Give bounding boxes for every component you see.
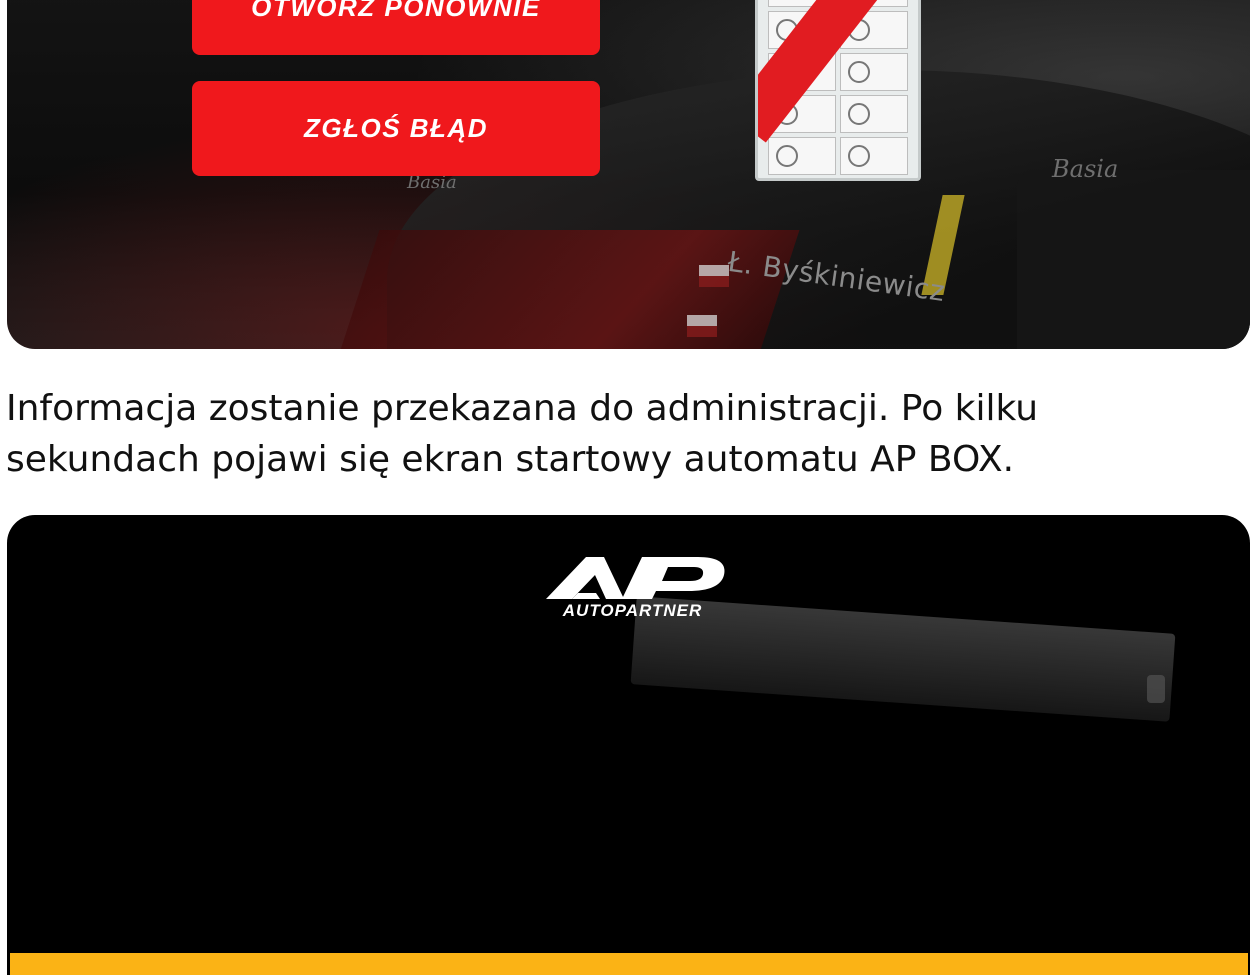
autopartner-logo-icon — [545, 557, 724, 599]
kiosk-compartment — [840, 95, 908, 133]
polish-flag-icon — [687, 315, 717, 337]
rally-car-red-livery — [314, 230, 800, 349]
background-shelf-cap — [1147, 675, 1165, 703]
car-signature: Basia — [1052, 155, 1119, 183]
report-error-button[interactable]: ZGŁOŚ BŁĄD — [192, 81, 600, 176]
accent-bar — [10, 953, 1248, 975]
instruction-caption: Informacja zostanie przekazana do admini… — [6, 388, 1039, 480]
autopartner-wordmark: AUTOPARTNER — [562, 601, 703, 620]
kiosk-machine-icon — [755, 0, 921, 181]
kiosk-start-screen: AUTOPARTNER — [7, 515, 1250, 975]
polish-flag-icon — [699, 265, 729, 287]
rally-car-window — [1017, 170, 1250, 349]
kiosk-compartment — [768, 137, 836, 175]
autopartner-logo: AUTOPARTNER — [525, 553, 740, 623]
kiosk-error-screen: Ł. Byśkiniewicz Basia Basia OTWÓRZ PONOW… — [7, 0, 1250, 349]
reopen-button[interactable]: OTWÓRZ PONOWNIE — [192, 0, 600, 55]
kiosk-compartment — [840, 53, 908, 91]
kiosk-compartment — [840, 137, 908, 175]
